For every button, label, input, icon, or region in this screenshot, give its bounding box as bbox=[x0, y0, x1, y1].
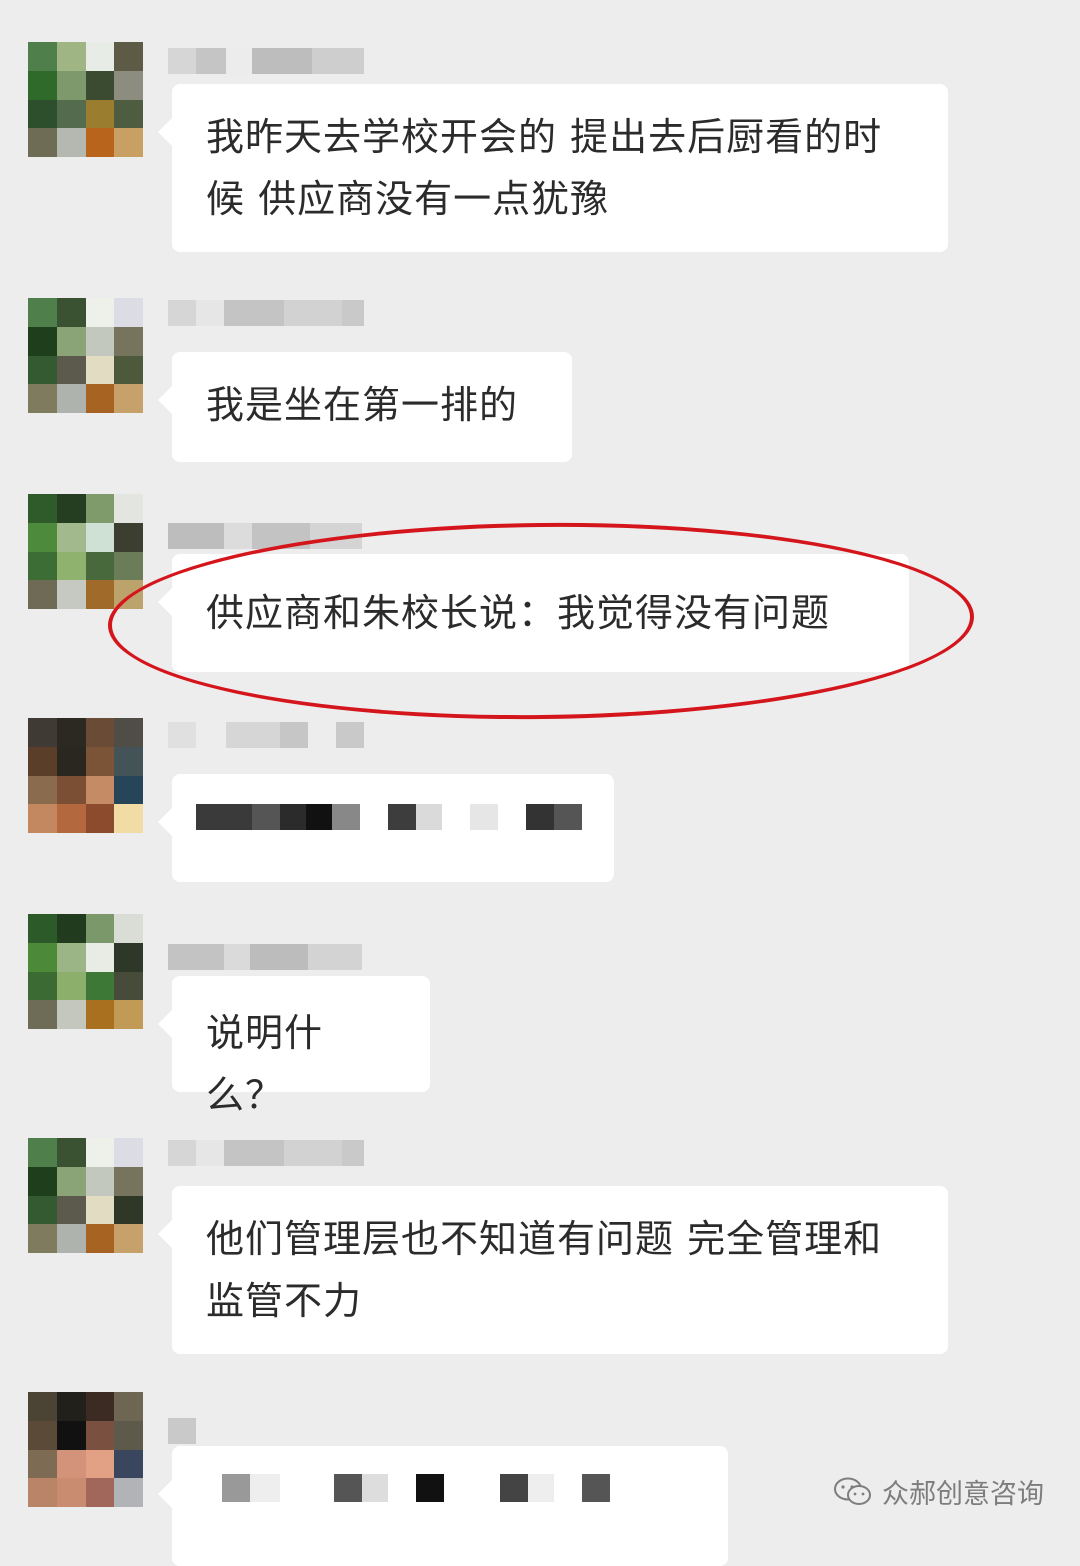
message-bubble[interactable] bbox=[158, 1446, 728, 1566]
message-text: 说明什么？ bbox=[206, 1011, 324, 1117]
message-bubble[interactable]: 他们管理层也不知道有问题 完全管理和 监管不力 bbox=[158, 1186, 948, 1354]
message-bubble[interactable]: 我昨天去学校开会的 提出去后厨看的时 候 供应商没有一点犹豫 bbox=[158, 84, 948, 252]
sender-name bbox=[168, 1418, 336, 1444]
redacted-message-pixels bbox=[196, 804, 582, 830]
avatar[interactable] bbox=[28, 1138, 143, 1253]
redacted-message-pixels bbox=[222, 1474, 610, 1502]
avatar[interactable] bbox=[28, 494, 143, 609]
message-text-line: 我昨天去学校开会的 提出去后厨看的时 bbox=[206, 115, 883, 159]
highlight-ring bbox=[106, 518, 976, 724]
wechat-icon bbox=[834, 1477, 872, 1507]
sender-name bbox=[168, 48, 364, 74]
message-text-line: 候 供应商没有一点犹豫 bbox=[206, 177, 610, 221]
avatar[interactable] bbox=[28, 42, 143, 157]
message-bubble[interactable]: 说明什么？ bbox=[158, 976, 430, 1117]
message-text-line: 他们管理层也不知道有问题 完全管理和 bbox=[206, 1217, 883, 1261]
sender-name bbox=[168, 722, 364, 748]
avatar[interactable] bbox=[28, 1392, 143, 1507]
message-bubble[interactable]: 我是坐在第一排的 bbox=[158, 352, 572, 462]
sender-name bbox=[168, 300, 364, 326]
watermark: 众郝创意咨询 bbox=[834, 1472, 1044, 1511]
message-text: 我是坐在第一排的 bbox=[206, 383, 519, 427]
message-text-line: 监管不力 bbox=[206, 1279, 363, 1323]
avatar[interactable] bbox=[28, 914, 143, 1029]
sender-name bbox=[168, 1140, 364, 1166]
watermark-label: 众郝创意咨询 bbox=[882, 1479, 1044, 1510]
avatar[interactable] bbox=[28, 298, 143, 413]
avatar[interactable] bbox=[28, 718, 143, 833]
sender-name bbox=[168, 944, 362, 970]
